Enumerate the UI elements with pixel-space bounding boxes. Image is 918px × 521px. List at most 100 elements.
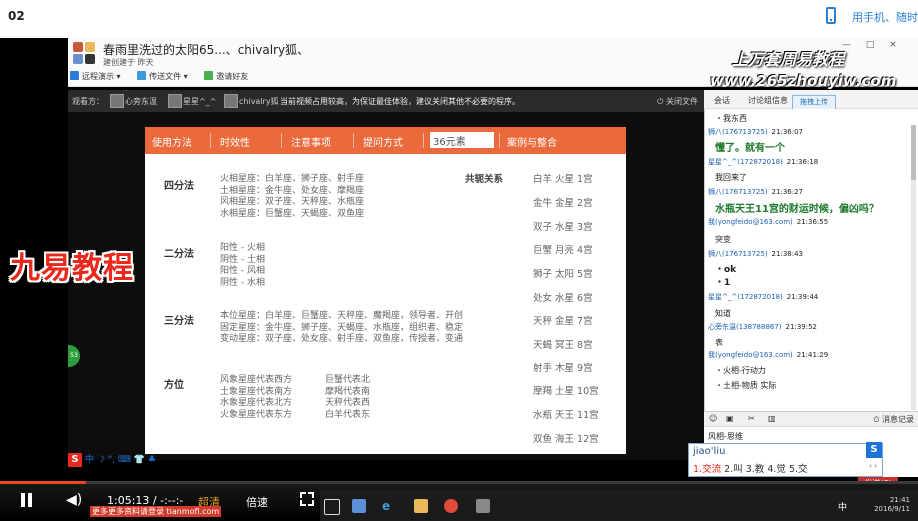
sogou-ime-icon[interactable]: S <box>866 442 882 458</box>
drag-upload-button[interactable]: 拖拽上传 <box>792 95 836 110</box>
send-file-button[interactable]: 传送文件 ▾ <box>137 71 188 82</box>
section-lines: 阳性 - 火相 阴性 - 土相 阳性 - 风相 阴性 - 水相 <box>220 243 265 289</box>
tab-usage[interactable]: 使用方法 <box>152 134 192 149</box>
viewer-avatar[interactable] <box>168 94 182 108</box>
add-user-icon <box>204 71 214 80</box>
ime-candidates: 1.交流 2.叫 3.教 4.觉 5.交 <box>693 461 808 475</box>
message-text: 懂了。就有一个 <box>715 143 785 154</box>
chat-scrollbar[interactable] <box>911 125 916 410</box>
store-icon[interactable] <box>352 499 366 513</box>
sender-name[interactable]: 星星^_^(172872018) <box>708 158 783 166</box>
section-lines: 巨蟹代表北 摩羯代表南 天秤代表西 白羊代表东 <box>325 375 370 421</box>
sender-name[interactable]: 心旁东温(138788867) <box>708 323 782 331</box>
pause-icon <box>28 493 32 507</box>
sogou-tools[interactable]: 中 ☽ °, ⌨ 👕 ♣ <box>85 455 156 465</box>
tab-timeliness[interactable]: 时效性 <box>220 134 250 149</box>
sender-name[interactable]: 我(yongfeido@163.com) <box>708 351 793 359</box>
viewer-avatar[interactable] <box>224 94 238 108</box>
chat-input-text[interactable]: 风相-思维 <box>708 431 743 442</box>
clock-date: 2016/9/11 <box>874 505 910 513</box>
tab-36-elements[interactable]: 36元素 <box>430 132 494 148</box>
close-share-button[interactable]: ⏻ 关闭文件 <box>657 96 698 107</box>
pause-button[interactable] <box>18 493 34 509</box>
tab-question-style[interactable]: 提问方式 <box>363 134 403 149</box>
page-top-strip <box>0 0 918 38</box>
house-item: 处女 水星 6宫 <box>533 293 593 304</box>
emoji-icon[interactable]: ☺ <box>709 414 717 423</box>
ime-composition: jiao'liu <box>693 446 726 457</box>
sender-name[interactable]: 狮八(176713725) <box>708 128 768 136</box>
chat-message-log: ・我东西 狮八(176713725) 21:36:07 懂了。就有一个 星星^_^… <box>704 109 918 411</box>
tab-cases[interactable]: 案例与整合 <box>507 134 557 149</box>
image-icon[interactable]: ▣ <box>726 414 734 423</box>
message-time: 21:36:27 <box>771 188 803 196</box>
house-item: 双子 水星 3宫 <box>533 222 593 233</box>
sender-name[interactable]: 狮八(176713725) <box>708 188 768 196</box>
source-watermark: 更多更多资料请登录 tianmofl.com <box>90 506 222 517</box>
phone-icon[interactable] <box>826 7 836 24</box>
tab-divider <box>353 133 354 148</box>
screenshot-icon[interactable]: ✂ <box>748 414 755 423</box>
chart-icon[interactable]: ▥ <box>768 414 776 423</box>
folder-icon[interactable] <box>414 499 428 513</box>
message-header: 星星^_^(172872018) 21:39:44 <box>708 292 818 302</box>
message-header: 狮八(176713725) 21:36:07 <box>708 127 803 137</box>
section-lines: 风象星座代表西方 土象星座代表南方 水象星座代表北方 火象星座代表东方 <box>220 375 292 421</box>
window-controls[interactable]: — □ × <box>842 40 903 50</box>
ime-candidate[interactable]: 4.觉 <box>767 464 786 475</box>
progress-bar[interactable] <box>0 481 918 484</box>
line: 阴性 - 水相 <box>220 277 265 288</box>
ime-language-indicator[interactable]: 中 <box>838 500 847 513</box>
close-share-label: 关闭文件 <box>666 97 698 106</box>
group-avatar[interactable] <box>73 42 97 66</box>
sender-name[interactable]: 狮八(176713725) <box>708 250 768 258</box>
line: 变动星座：双子座、处女座、射手座、双鱼座，传授者、变通 <box>220 334 464 344</box>
clock-time: 21:41 <box>889 496 910 504</box>
task-view-icon[interactable] <box>324 499 340 515</box>
ime-candidate[interactable]: 3.教 <box>746 464 765 475</box>
invite-friend-button[interactable]: 邀请好友 <box>204 71 248 82</box>
chat-tabs: 会话 讨论组信息 拖拽上传 <box>704 90 918 110</box>
remote-demo-button[interactable]: 远程演示 ▾ <box>70 71 121 82</box>
message-header: 我(yongfeido@163.com) 21:41:29 <box>708 350 828 360</box>
line: 土象星座代表南方 <box>220 386 293 397</box>
message-header: 星星^_^(172872018) 21:36:18 <box>708 157 818 167</box>
chat-app-icon[interactable] <box>476 499 490 513</box>
ime-candidate[interactable]: 5.交 <box>789 464 808 475</box>
system-clock[interactable]: 21:41 2016/9/11 <box>874 496 910 514</box>
message-text: ・ok <box>715 265 737 275</box>
ime-candidate[interactable]: 1.交流 <box>693 464 721 475</box>
speed-button[interactable]: 倍速 <box>246 494 268 510</box>
ime-candidate[interactable]: 2.叫 <box>724 464 743 475</box>
history-button[interactable]: ⏲ 消息记录 <box>873 414 914 425</box>
chat-input-toolbar: ☺ ▣ ✂ ▥ ⏲ 消息记录 <box>704 411 918 427</box>
message-header: 我(yongfeido@163.com) 21:36:55 <box>708 217 828 227</box>
house-item: 天秤 金星 7宫 <box>533 316 593 327</box>
sogou-logo-icon[interactable]: S <box>68 452 82 467</box>
line: 水象星座代表北方 <box>220 398 293 408</box>
sender-name[interactable]: 星星^_^(172872018) <box>708 293 783 301</box>
section-lines: 火相星座：白羊座、狮子座、射手座 土相星座：金牛座、处女座、摩羯座 风相星座：双… <box>220 174 364 220</box>
line: 水相星座：巨蟹座、天蝎座、双鱼座 <box>220 208 365 219</box>
edge-icon[interactable]: e <box>382 499 396 513</box>
ime-page-arrows[interactable]: ‹ › <box>869 462 877 470</box>
line: 摩羯代表南 <box>325 386 371 397</box>
viewer-avatar[interactable] <box>110 94 124 108</box>
volume-icon[interactable]: ◀) <box>66 492 82 508</box>
tab-cautions[interactable]: 注意事项 <box>291 134 331 149</box>
line: 风象星座代表西方 <box>220 375 293 385</box>
tab-divider <box>499 133 500 148</box>
message-header: 心旁东温(138788867) 21:39:52 <box>708 322 817 332</box>
sender-name[interactable]: 我(yongfeido@163.com) <box>708 218 793 226</box>
share-notice: 当前视频占用较高，为保证最佳体验，建议关闭其他不必要的程序。 <box>280 97 520 106</box>
phone-watch-link[interactable]: 用手机、随时 <box>852 9 918 25</box>
browser-icon[interactable] <box>444 499 458 513</box>
line: 天秤代表西 <box>325 398 371 408</box>
section-title: 二分法 <box>164 249 194 260</box>
remote-demo-label: 远程演示 <box>82 72 114 81</box>
tab-group-info[interactable]: 讨论组信息 <box>748 95 788 106</box>
line: 固定星座：金牛座、狮子座、天蝎座、水瓶座，组织者、稳定 <box>220 322 464 333</box>
tab-divider <box>281 133 282 148</box>
tab-session[interactable]: 会话 <box>714 95 730 106</box>
fullscreen-icon[interactable] <box>300 492 314 506</box>
